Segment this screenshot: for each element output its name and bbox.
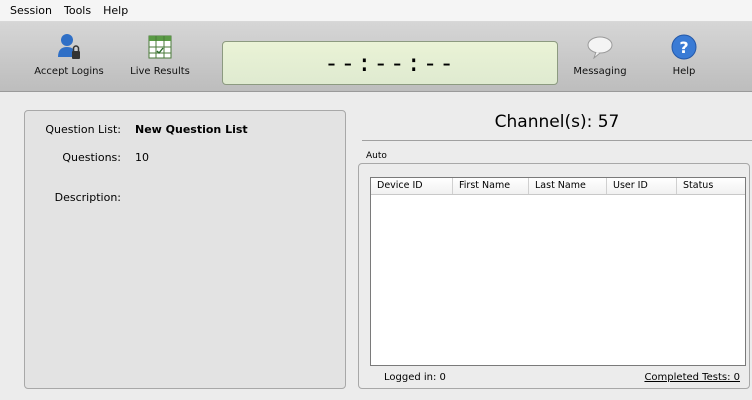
question-list-value: New Question List [135, 123, 248, 136]
speech-bubble-icon [586, 32, 614, 62]
spreadsheet-icon [146, 32, 174, 62]
questions-label: Questions: [62, 151, 121, 164]
mode-label: Auto [366, 151, 387, 161]
questions-value: 10 [135, 151, 149, 164]
menu-help[interactable]: Help [97, 1, 134, 21]
table-header: Device ID First Name Last Name User ID S… [371, 178, 745, 195]
description-label: Description: [54, 191, 121, 204]
separator-line [362, 140, 752, 141]
live-results-label: Live Results [130, 66, 190, 77]
messaging-button[interactable]: Messaging [568, 32, 632, 88]
help-button[interactable]: ? Help [656, 32, 712, 88]
user-lock-icon [55, 32, 83, 62]
menu-session[interactable]: Session [4, 1, 58, 21]
accept-logins-button[interactable]: Accept Logins [34, 32, 104, 88]
menu-tools[interactable]: Tools [58, 1, 97, 21]
menu-bar: Session Tools Help [0, 0, 752, 22]
column-user-id[interactable]: User ID [607, 178, 677, 194]
column-last-name[interactable]: Last Name [529, 178, 607, 194]
help-label: Help [672, 66, 696, 77]
messaging-label: Messaging [573, 66, 627, 77]
question-mark-icon: ? [670, 32, 698, 62]
svg-text:?: ? [679, 38, 688, 57]
live-results-button[interactable]: Live Results [130, 32, 190, 88]
question-list-label: Question List: [45, 123, 121, 136]
completed-tests-link[interactable]: Completed Tests: 0 [644, 372, 740, 383]
channel-title: Channel(s): 57 [494, 112, 620, 132]
accept-logins-label: Accept Logins [34, 66, 104, 77]
session-timer: --:--:-- [222, 41, 558, 85]
question-list-panel: Question List: New Question List Questio… [24, 110, 346, 389]
toolbar: Accept Logins Live Results --:--:-- Mess… [0, 22, 752, 92]
logged-in-count: Logged in: 0 [384, 372, 446, 383]
column-device-id[interactable]: Device ID [371, 178, 453, 194]
column-status[interactable]: Status [677, 178, 729, 194]
column-first-name[interactable]: First Name [453, 178, 529, 194]
participants-table[interactable]: Device ID First Name Last Name User ID S… [370, 177, 746, 366]
